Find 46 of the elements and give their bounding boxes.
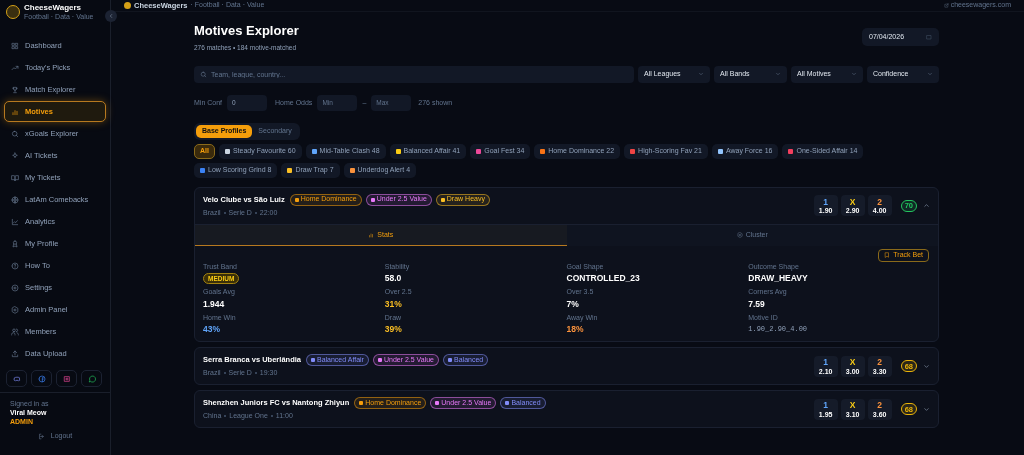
stat-value: 39% xyxy=(384,324,402,336)
book-icon xyxy=(11,173,19,182)
search-icon xyxy=(11,129,19,138)
upload-icon xyxy=(11,349,19,358)
stat-value: 7% xyxy=(566,298,579,310)
hexagon-icon xyxy=(11,305,19,314)
help-icon xyxy=(11,261,19,270)
chevron-down-icon xyxy=(851,71,857,78)
chevron-down-icon xyxy=(698,71,704,78)
trophy-icon xyxy=(11,85,19,94)
stat-value: 1.944 xyxy=(203,298,225,310)
bar-chart-icon xyxy=(11,107,19,116)
globe-icon xyxy=(11,195,19,204)
stat-value: 7.59 xyxy=(748,298,765,310)
page-title: Motives Explorer xyxy=(194,24,299,37)
bookmark-icon xyxy=(884,252,891,259)
bar-chart-icon xyxy=(368,231,375,238)
award-icon xyxy=(11,239,19,248)
settings-icon xyxy=(11,283,19,292)
controller-icon xyxy=(12,374,21,383)
stat-value: 58.0 xyxy=(384,273,402,285)
social-button[interactable] xyxy=(56,370,77,387)
calendar-icon xyxy=(926,34,932,40)
external-link-icon xyxy=(943,3,949,8)
chevron-down-icon xyxy=(927,71,933,78)
trend-up-icon xyxy=(11,63,19,72)
social-button[interactable] xyxy=(31,370,52,387)
sparkle-icon xyxy=(11,151,19,160)
speech-bubble-icon xyxy=(87,374,96,383)
logo-icon xyxy=(6,5,20,19)
logout-icon xyxy=(37,433,45,441)
stat-value: CONTROLLED_23 xyxy=(566,273,640,285)
stat-value: 31% xyxy=(384,298,402,310)
stat-value: 43% xyxy=(203,324,220,336)
line-chart-icon xyxy=(11,217,19,226)
social-button[interactable] xyxy=(81,370,102,387)
collapse-button[interactable] xyxy=(105,10,117,22)
stat-value: DRAW_HEAVY xyxy=(748,273,808,285)
chevron-left-icon xyxy=(108,13,114,19)
brand-name: CheeseWagers xyxy=(24,4,83,12)
chevron-down-icon xyxy=(775,71,781,78)
logo-icon xyxy=(124,2,131,9)
social-button[interactable] xyxy=(6,370,27,387)
stat-value: 18% xyxy=(566,324,584,336)
grid-icon xyxy=(11,41,19,50)
hexagon-icon xyxy=(736,231,743,238)
